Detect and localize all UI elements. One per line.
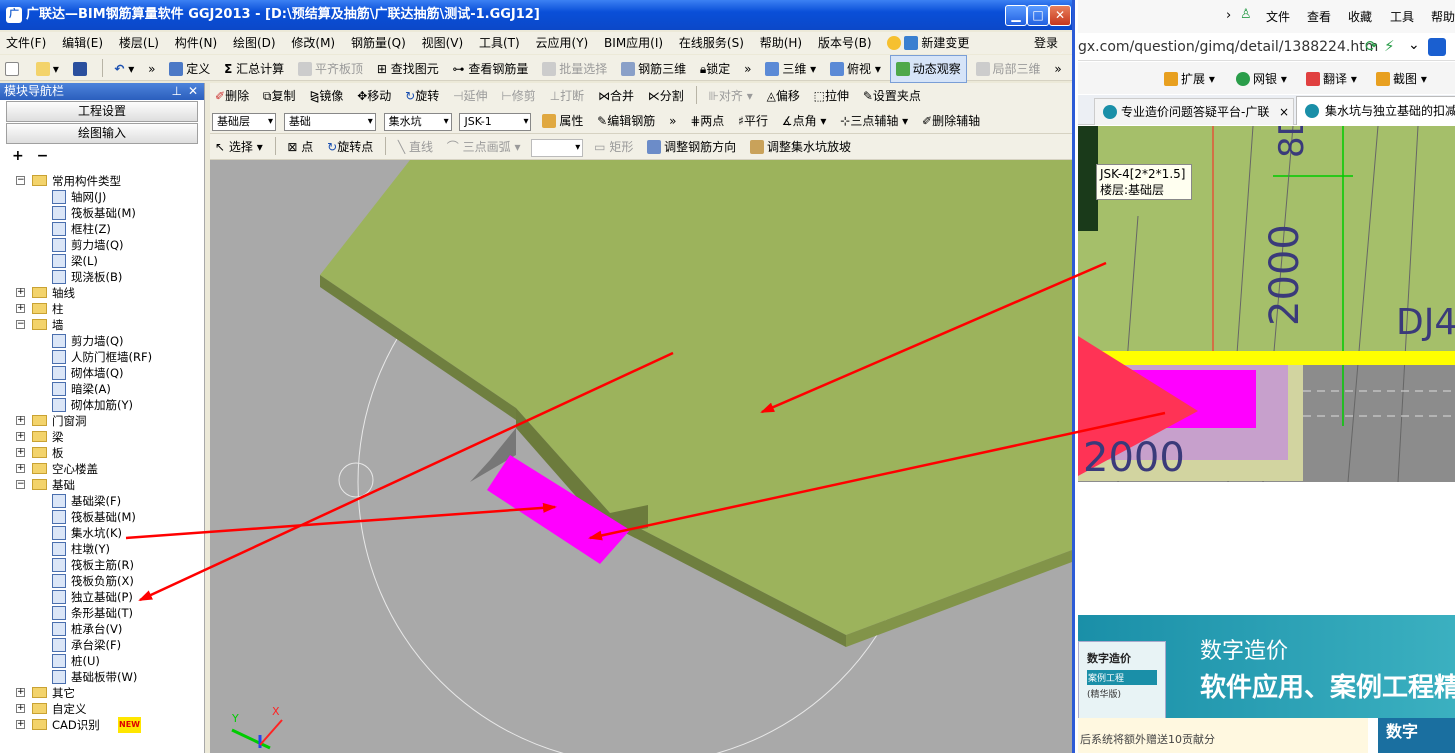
arrow-to-pit (125, 502, 557, 540)
arrow-to-pit-from-cad (588, 411, 1166, 541)
arrow-to-isolated-footing (138, 351, 674, 602)
arrow-to-slab (760, 261, 1107, 414)
annotation-overlay (125, 261, 1166, 602)
